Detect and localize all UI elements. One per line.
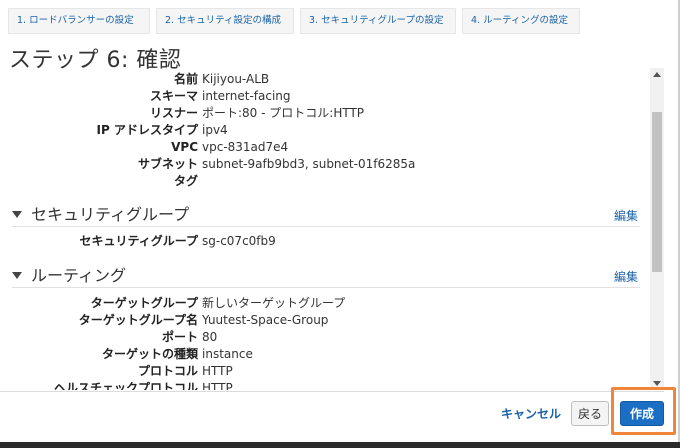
detail-label: VPC bbox=[171, 140, 198, 154]
tab-security-settings[interactable]: 2. セキュリティ設定の構成 bbox=[156, 8, 294, 34]
section-divider bbox=[12, 226, 640, 227]
scroll-down-arrow-icon[interactable] bbox=[653, 381, 661, 386]
detail-value: HTTP bbox=[202, 381, 233, 390]
section-title: ルーティング bbox=[31, 266, 127, 285]
detail-label: ターゲットグループ名 bbox=[78, 313, 198, 327]
routing-edit-link[interactable]: 編集 bbox=[614, 268, 638, 285]
detail-row-security-group: セキュリティグループ sg-c07c0fb9 bbox=[0, 233, 650, 250]
detail-value: Yuutest-Space-Group bbox=[202, 313, 329, 327]
footer-divider bbox=[0, 391, 664, 392]
detail-value: 新しいターゲットグループ bbox=[202, 296, 346, 310]
scroll-up-arrow-icon[interactable] bbox=[653, 72, 661, 77]
detail-row-protocol: プロトコル HTTP bbox=[0, 363, 650, 380]
detail-label: ヘルスチェックプロトコル bbox=[53, 381, 198, 390]
detail-row-ip-type: IP アドレスタイプ ipv4 bbox=[0, 122, 650, 139]
security-section-header[interactable]: セキュリティグループ bbox=[12, 204, 189, 226]
detail-row-health-check-protocol: ヘルスチェックプロトコル HTTP bbox=[0, 380, 650, 390]
detail-label: IP アドレスタイプ bbox=[96, 123, 198, 137]
tab-load-balancer-settings[interactable]: 1. ロードバランサーの設定 bbox=[8, 8, 150, 34]
detail-label: ターゲットの種類 bbox=[101, 347, 198, 361]
detail-value: internet-facing bbox=[202, 89, 291, 103]
detail-label: ポート bbox=[161, 330, 198, 344]
detail-label: 名前 bbox=[173, 72, 198, 86]
tab-security-groups[interactable]: 3. セキュリティグループの設定 bbox=[300, 8, 456, 34]
detail-label: サブネット bbox=[137, 157, 198, 171]
detail-value: subnet-9afb9bd3, subnet-01f6285a bbox=[202, 157, 416, 171]
detail-label: プロトコル bbox=[137, 364, 198, 378]
detail-row-name: 名前 Kijiyou-ALB bbox=[0, 71, 650, 88]
section-divider bbox=[12, 287, 640, 288]
detail-row-scheme: スキーマ internet-facing bbox=[0, 88, 650, 105]
detail-row-subnet: サブネット subnet-9afb9bd3, subnet-01f6285a bbox=[0, 156, 650, 173]
detail-label: ターゲットグループ bbox=[90, 296, 198, 310]
caret-down-icon bbox=[12, 272, 22, 279]
detail-label: リスナー bbox=[149, 106, 198, 120]
detail-value: instance bbox=[202, 347, 253, 361]
detail-label: セキュリティグループ bbox=[79, 234, 198, 248]
detail-row-listener: リスナー ポート:80 - プロトコル:HTTP bbox=[0, 105, 650, 122]
detail-row-target-type: ターゲットの種類 instance bbox=[0, 346, 650, 363]
detail-label: タグ bbox=[173, 174, 198, 188]
caret-down-icon bbox=[12, 211, 22, 218]
wizard-tabs: 1. ロードバランサーの設定 2. セキュリティ設定の構成 3. セキュリティグ… bbox=[8, 8, 586, 34]
detail-value: ipv4 bbox=[202, 123, 228, 137]
security-edit-link[interactable]: 編集 bbox=[614, 207, 638, 224]
detail-value: 80 bbox=[202, 330, 218, 344]
vertical-scrollbar[interactable] bbox=[650, 68, 664, 390]
detail-value: sg-c07c0fb9 bbox=[202, 234, 276, 248]
detail-row-target-group: ターゲットグループ 新しいターゲットグループ bbox=[0, 295, 650, 312]
detail-row-port: ポート 80 bbox=[0, 329, 650, 346]
cancel-link[interactable]: キャンセル bbox=[501, 405, 561, 422]
detail-value: HTTP bbox=[202, 364, 233, 378]
detail-value: ポート:80 - プロトコル:HTTP bbox=[202, 106, 365, 120]
detail-value: Kijiyou-ALB bbox=[202, 72, 270, 86]
review-content: 名前 Kijiyou-ALB スキーマ internet-facing リスナー… bbox=[0, 68, 650, 390]
routing-section-header[interactable]: ルーティング bbox=[12, 265, 126, 287]
tab-routing[interactable]: 4. ルーティングの設定 bbox=[462, 8, 580, 34]
scrollbar-thumb[interactable] bbox=[652, 112, 662, 272]
detail-value: vpc-831ad7e4 bbox=[202, 140, 289, 154]
create-button[interactable]: 作成 bbox=[620, 401, 664, 426]
detail-row-vpc: VPC vpc-831ad7e4 bbox=[0, 139, 650, 156]
back-button[interactable]: 戻る bbox=[571, 401, 609, 426]
detail-label: スキーマ bbox=[149, 89, 198, 103]
detail-row-tags: タグ bbox=[0, 173, 650, 190]
bottom-bar bbox=[0, 442, 680, 448]
section-title: セキュリティグループ bbox=[31, 205, 190, 224]
detail-row-target-group-name: ターゲットグループ名 Yuutest-Space-Group bbox=[0, 312, 650, 329]
